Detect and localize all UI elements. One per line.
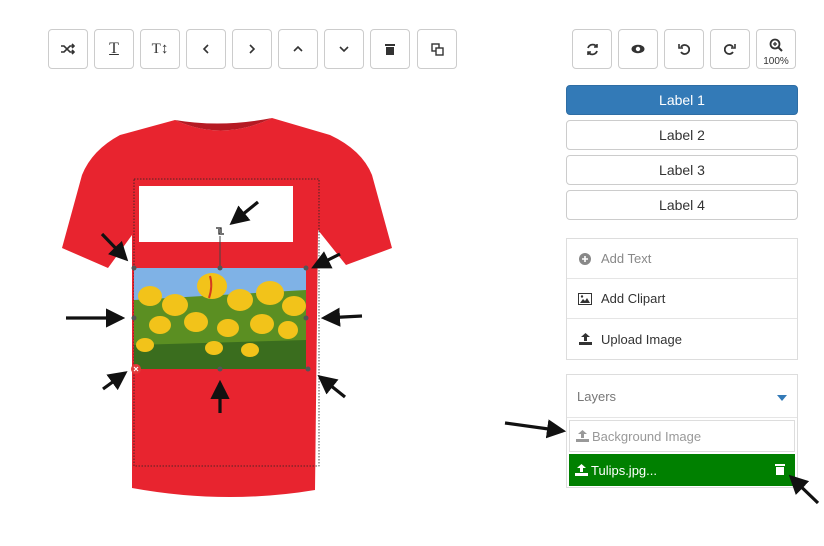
- tulips-image[interactable]: [134, 268, 306, 369]
- rotate-handle-icon[interactable]: [214, 226, 226, 236]
- resize-handle-b[interactable]: [217, 366, 223, 372]
- resize-handle-tr[interactable]: [303, 265, 309, 271]
- design-canvas[interactable]: [0, 0, 824, 546]
- resize-handle-r[interactable]: [303, 315, 309, 321]
- resize-handle-br[interactable]: [305, 366, 311, 372]
- resize-handle-tl[interactable]: [131, 265, 137, 271]
- resize-handle-t[interactable]: [217, 265, 223, 271]
- delete-handle-icon[interactable]: [131, 364, 141, 374]
- resize-handle-l[interactable]: [131, 315, 137, 321]
